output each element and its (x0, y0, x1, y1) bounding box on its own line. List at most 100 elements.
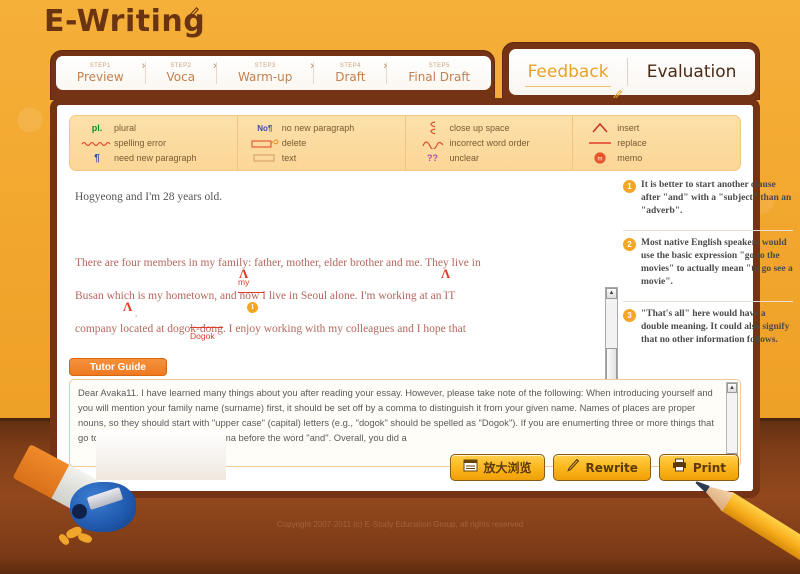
note-text: Most native English speakers would use t… (641, 238, 793, 287)
feedback-note[interactable]: 2 Most native English speakers would use… (623, 230, 793, 294)
insert-comma-mark: , (135, 308, 138, 318)
incorrect-word-order-mark-icon (416, 136, 450, 151)
legend-item-plural: pl. plural (80, 121, 233, 136)
essay-viewport[interactable]: Hogyeong and I'm 28 years old. There are… (69, 179, 551, 355)
pencil-icon (184, 6, 200, 22)
delete-mark-icon (248, 136, 282, 151)
rewrite-button[interactable]: Rewrite (552, 454, 651, 481)
essay-text: Hogyeong and I'm 28 years old. There are… (69, 179, 551, 355)
print-button[interactable]: Print (658, 454, 739, 481)
tutor-guide-scrollbar[interactable]: ▲ ▼ (726, 382, 738, 464)
step-number: STEP5 (428, 62, 450, 69)
step-label: Warm-up (237, 69, 293, 84)
note-text: "That's all" here would have a double me… (641, 309, 790, 345)
memo-marker[interactable]: 1 (247, 302, 258, 313)
step-item-voca[interactable]: STEP2 Voca (146, 62, 216, 85)
replace-mark (190, 327, 223, 328)
legend-item-unclear: ?? unclear (416, 151, 569, 166)
pencil-icon (610, 74, 623, 102)
essay-line: company located at dogok-dong. I enjoy w… (75, 309, 545, 346)
note-marker: 1 (623, 180, 636, 193)
tab-evaluation-label: Evaluation (646, 62, 737, 82)
feedback-notes-list: 1 It is better to start another clause a… (623, 179, 793, 359)
proofreading-legend: pl. plural spelling error ¶ need new par… (69, 115, 741, 171)
step-number: STEP3 (254, 62, 276, 69)
feedback-note[interactable]: 1 It is better to start another clause a… (623, 179, 793, 223)
spelling-error-mark-icon (80, 136, 114, 151)
note-marker: 3 (623, 309, 636, 322)
essay-line-text: company located at dogok-dong. I enjoy w… (75, 323, 466, 335)
feedback-note[interactable]: 3 "That's all" here would have a double … (623, 301, 793, 352)
step-label: Final Draft (408, 69, 471, 84)
correction-word-label: Dogok (190, 331, 215, 341)
insert-mark-icon: Λ (123, 299, 133, 314)
step-item-draft[interactable]: STEP4 Draft (314, 62, 386, 85)
legend-column-1: pl. plural spelling error ¶ need new par… (70, 116, 238, 170)
plural-mark-icon: pl. (91, 123, 103, 133)
step-label: Draft (335, 69, 366, 84)
delete-mark (238, 292, 264, 293)
legend-label: insert (617, 122, 640, 133)
legend-item-spelling-error: spelling error (80, 136, 233, 151)
legend-item-close-up-space: close up space (416, 121, 569, 136)
legend-label: need new paragraph (114, 152, 197, 163)
tutor-guide-tab[interactable]: Tutor Guide (69, 358, 167, 376)
legend-item-memo: m memo (583, 151, 736, 166)
essay-line: There are four members in my family: fat… (75, 247, 545, 287)
new-paragraph-mark-icon: ¶ (94, 152, 100, 164)
window-icon (463, 459, 478, 477)
replace-mark-icon (583, 136, 617, 151)
legend-label: delete (281, 137, 307, 148)
legend-item-text: text (248, 151, 401, 166)
sharpener-hole (72, 504, 87, 519)
step-item-preview[interactable]: STEP1 Preview (56, 62, 145, 85)
step-number: STEP2 (170, 62, 192, 69)
insert-mark-icon: Λ (441, 266, 451, 281)
essay-line: Busan which is my hometown, and now I li… (75, 280, 545, 313)
insert-mark-icon (583, 121, 617, 136)
step-label: Voca (166, 69, 196, 84)
tab-feedback[interactable]: Feedback (509, 49, 627, 102)
legend-item-insert: insert (583, 121, 736, 136)
legend-label: plural (114, 122, 137, 133)
panel-tabs-shell: Feedback Evaluation (502, 42, 760, 102)
legend-label: incorrect word order (449, 137, 530, 148)
legend-column-4: insert replace m memo (573, 116, 740, 170)
legend-label: replace (617, 137, 647, 148)
scroll-up-button[interactable]: ▲ (606, 288, 617, 299)
step-item-warmup[interactable]: STEP3 Warm-up (217, 62, 313, 85)
note-marker: 2 (623, 238, 636, 251)
pencil-icon (566, 458, 580, 477)
tab-evaluation[interactable]: Evaluation (628, 49, 755, 95)
action-button-group: 放大浏览 Rewrite Print (449, 454, 739, 481)
paper-edge (96, 430, 226, 480)
scroll-up-button[interactable]: ▲ (727, 383, 737, 393)
step-number: STEP4 (339, 62, 361, 69)
enlarge-view-button[interactable]: 放大浏览 (449, 454, 545, 481)
essay-line: Hogyeong and I'm 28 years old. (75, 191, 223, 203)
legend-item-replace: replace (583, 136, 736, 151)
legend-item-no-new-paragraph: No¶ no new paragraph (248, 121, 401, 136)
step-navigation: STEP1 Preview STEP2 Voca STEP3 Warm-up S… (56, 56, 491, 90)
printer-icon (672, 458, 687, 477)
legend-label: no new paragraph (281, 122, 355, 133)
rewrite-label: Rewrite (585, 460, 638, 475)
page-title: E-Writing (44, 2, 344, 46)
text-mark-icon (248, 151, 282, 166)
tab-active-underline (525, 86, 612, 87)
note-text: It is better to start another clause aft… (641, 180, 792, 216)
tab-feedback-label: Feedback (527, 62, 609, 82)
svg-text:m: m (598, 157, 603, 163)
app-title-text: E-Writing (44, 4, 206, 39)
legend-column-2: No¶ no new paragraph delete text (238, 116, 406, 170)
insert-comma-mark: , (443, 283, 446, 293)
legend-item-need-new-paragraph: ¶ need new paragraph (80, 151, 233, 166)
essay-line-blank (75, 214, 545, 247)
legend-label: unclear (449, 152, 480, 163)
legend-label: close up space (449, 122, 510, 133)
essay-line-text: There are four members in my family: fat… (75, 257, 481, 269)
legend-label: text (281, 152, 297, 163)
step-label: Preview (76, 69, 124, 84)
legend-label: memo (617, 152, 643, 163)
step-item-final-draft[interactable]: STEP5 Final Draft (387, 62, 491, 85)
